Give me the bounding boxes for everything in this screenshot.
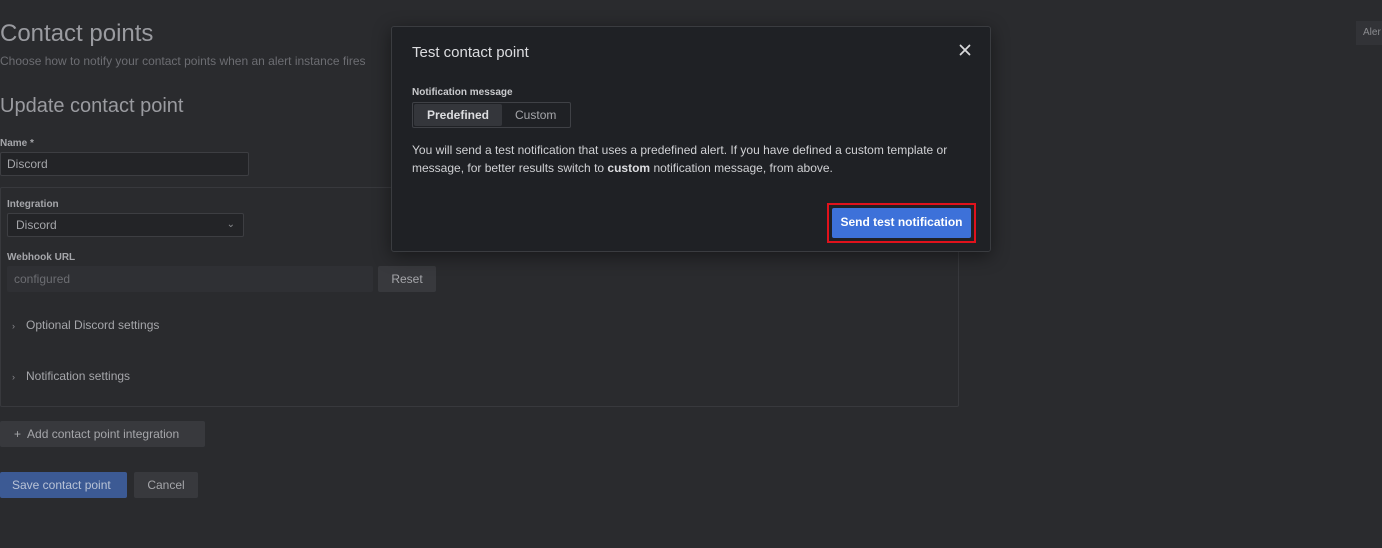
notification-settings-label: Notification settings	[26, 369, 131, 383]
add-integration-button[interactable]: + Add contact point integration	[0, 421, 205, 447]
integration-value: Discord	[16, 218, 57, 232]
section-title: Update contact point	[0, 95, 184, 117]
notification-settings-toggle[interactable]: › Notification settings	[12, 369, 130, 383]
webhook-label: Webhook URL	[7, 252, 76, 263]
page-subtitle: Choose how to notify your contact points…	[0, 54, 366, 68]
option-custom[interactable]: Custom	[502, 104, 569, 126]
optional-settings-toggle[interactable]: › Optional Discord settings	[12, 318, 159, 332]
send-button-highlight: Send test notification	[827, 203, 976, 243]
page-title: Contact points	[0, 20, 154, 47]
save-button[interactable]: Save contact point	[0, 472, 127, 498]
integration-select[interactable]: Discord ⌄	[7, 213, 244, 237]
plus-icon: +	[14, 427, 22, 441]
name-label: Name *	[0, 138, 34, 149]
webhook-input[interactable]: configured	[7, 266, 373, 292]
test-contact-point-modal: Test contact point Notification message …	[391, 26, 991, 252]
page: Contact points Choose how to notify your…	[0, 0, 1382, 548]
add-integration-label: Add contact point integration	[27, 427, 180, 441]
chevron-down-icon: ⌄	[226, 219, 235, 230]
chevron-right-icon: ›	[12, 372, 15, 382]
modal-title: Test contact point	[412, 44, 529, 61]
send-test-notification-button[interactable]: Send test notification	[832, 208, 971, 238]
alert-tab[interactable]: Aler	[1356, 21, 1382, 45]
description-part2: notification message, from above.	[650, 161, 833, 175]
notification-message-toggle: Predefined Custom	[412, 102, 572, 128]
close-icon[interactable]	[956, 41, 974, 59]
integration-label: Integration	[7, 199, 59, 210]
cancel-button[interactable]: Cancel	[134, 472, 198, 498]
option-predefined[interactable]: Predefined	[414, 104, 503, 126]
description-bold: custom	[607, 161, 651, 175]
name-input[interactable]: Discord	[0, 152, 249, 176]
chevron-right-icon: ›	[12, 321, 15, 331]
reset-button[interactable]: Reset	[378, 266, 436, 292]
modal-description: You will send a test notification that u…	[412, 141, 972, 177]
notification-message-label: Notification message	[412, 87, 513, 98]
optional-settings-label: Optional Discord settings	[26, 318, 160, 332]
